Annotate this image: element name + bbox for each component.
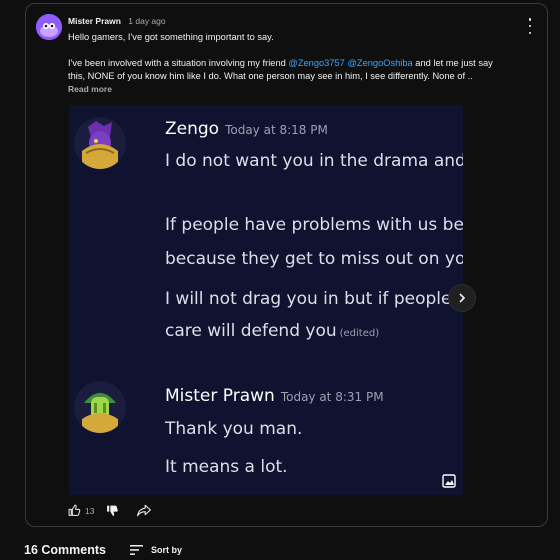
zengo-message-header: Zengo Today at 8:18 PM bbox=[165, 119, 328, 139]
thumbs-down-icon bbox=[107, 505, 119, 516]
zengo-line-2: If people have problems with us being fr… bbox=[165, 215, 463, 235]
chevron-right-icon bbox=[459, 293, 466, 303]
zengo-avatar bbox=[74, 117, 126, 169]
dislike-button[interactable] bbox=[106, 504, 119, 517]
sort-label: Sort by bbox=[150, 545, 182, 555]
author-name[interactable]: Mister Prawn bbox=[68, 16, 121, 26]
post-time[interactable]: 1 day ago bbox=[128, 16, 165, 26]
share-button[interactable] bbox=[137, 504, 152, 517]
zengo-line-5: care will defend you (edited) bbox=[165, 321, 380, 341]
prawn-message-header: Mister Prawn Today at 8:31 PM bbox=[165, 386, 384, 406]
prawn-name: Mister Prawn bbox=[165, 386, 275, 406]
zengo-name: Zengo bbox=[165, 119, 220, 139]
prawn-avatar bbox=[74, 381, 126, 433]
sort-icon bbox=[129, 545, 143, 555]
image-gallery-icon bbox=[442, 474, 456, 488]
post-header: Mister Prawn 1 day ago bbox=[68, 16, 166, 26]
prawn-time: Today at 8:31 PM bbox=[280, 390, 384, 404]
mention-link[interactable]: @ZengoOshiba bbox=[347, 58, 412, 68]
more-vert-icon[interactable] bbox=[525, 18, 535, 34]
community-post-card: Mister Prawn 1 day ago Hello gamers, I'v… bbox=[25, 3, 548, 527]
edited-tag: (edited) bbox=[339, 328, 380, 339]
post-image[interactable]: Zengo Today at 8:18 PM I do not want you … bbox=[69, 105, 463, 495]
read-more-link[interactable]: Read more bbox=[68, 84, 112, 94]
zengo-line-3: because they get to miss out on your fri… bbox=[165, 249, 463, 269]
avatar[interactable] bbox=[36, 14, 62, 40]
sort-by-button[interactable]: Sort by bbox=[129, 545, 182, 555]
like-count: 13 bbox=[85, 505, 95, 516]
mention-link[interactable]: @Zengo3757 bbox=[288, 58, 344, 68]
zengo-line-4: I will not drag you in but if people att… bbox=[165, 289, 463, 309]
prawn-line-1: Thank you man. bbox=[165, 419, 303, 439]
prawn-line-2: It means a lot. bbox=[165, 457, 288, 477]
comments-header: 16 Comments Sort by bbox=[24, 543, 182, 557]
post-body: Hello gamers, I've got something importa… bbox=[68, 31, 498, 96]
like-button[interactable]: 13 bbox=[68, 504, 94, 517]
post-line-2: I've been involved with a situation invo… bbox=[68, 58, 493, 81]
post-actions: 13 bbox=[68, 504, 152, 517]
zengo-line-1: I do not want you in the drama and shit … bbox=[165, 151, 463, 171]
next-image-button[interactable] bbox=[448, 284, 476, 312]
comments-count-title: 16 Comments bbox=[24, 543, 106, 557]
zengo-time: Today at 8:18 PM bbox=[225, 123, 328, 137]
post-line-1: Hello gamers, I've got something importa… bbox=[68, 32, 274, 42]
thumbs-up-icon bbox=[68, 504, 81, 516]
share-icon bbox=[137, 504, 152, 517]
